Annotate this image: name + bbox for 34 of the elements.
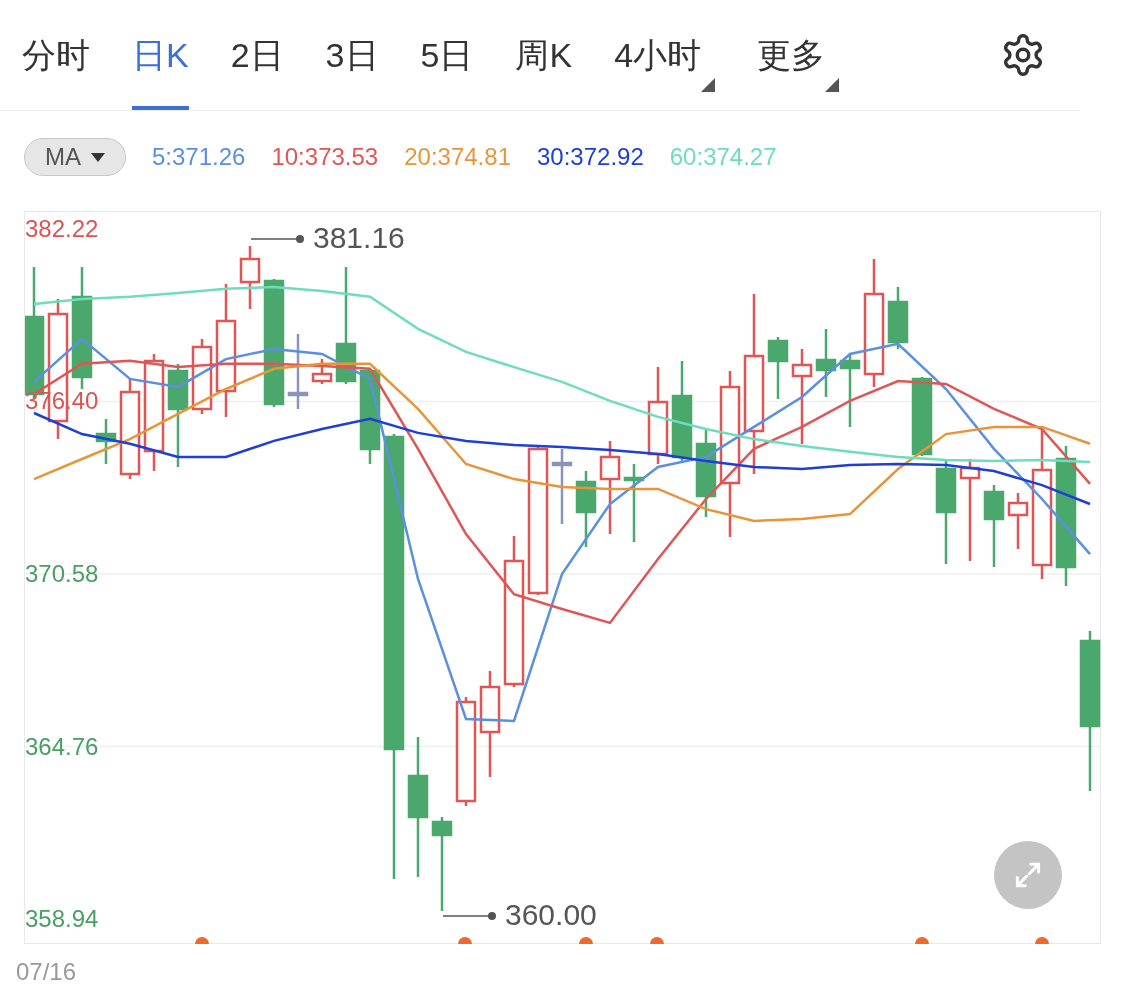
candlestick [887,287,909,349]
leader-line [442,912,496,920]
period-tab[interactable]: 周K [515,0,573,110]
candlestick [239,246,261,309]
period-tab[interactable]: 更多 [757,0,840,110]
candlestick [767,337,789,399]
indicator-selector[interactable]: MA [24,138,126,176]
ma-value: 30:372.92 [537,142,644,172]
ma-value: 10:373.53 [271,142,379,172]
period-tab[interactable]: 3日 [325,0,379,110]
axis-label: 382.22 [25,216,99,241]
dropdown-corner-icon [825,78,840,92]
candlestick [311,359,333,384]
leader-line [250,235,304,243]
period-tab[interactable]: 4小时 [614,0,716,110]
max-price-label: 381.16 [313,223,405,253]
period-tab[interactable]: 分时 [22,0,90,110]
candlestick [1007,493,1029,549]
caret-icon [91,152,105,162]
period-tab[interactable]: 5日 [420,0,474,110]
ma-value: 60:374.27 [669,142,777,172]
axis-label: 358.94 [25,907,99,932]
dropdown-corner-icon [701,78,716,92]
ma-value: 5:371.26 [152,142,246,172]
tab-underline [132,106,189,110]
min-price-label: 360.00 [505,900,597,930]
ma-value: 20:374.81 [404,142,511,172]
date-label: 07/16 [16,957,77,987]
candlestick [815,329,837,397]
axis-label: 364.76 [25,734,99,759]
period-tab[interactable]: 2日 [230,0,284,110]
candlestick [95,419,117,464]
axis-label: 370.58 [25,562,99,586]
period-tab[interactable]: 日K [132,0,189,110]
